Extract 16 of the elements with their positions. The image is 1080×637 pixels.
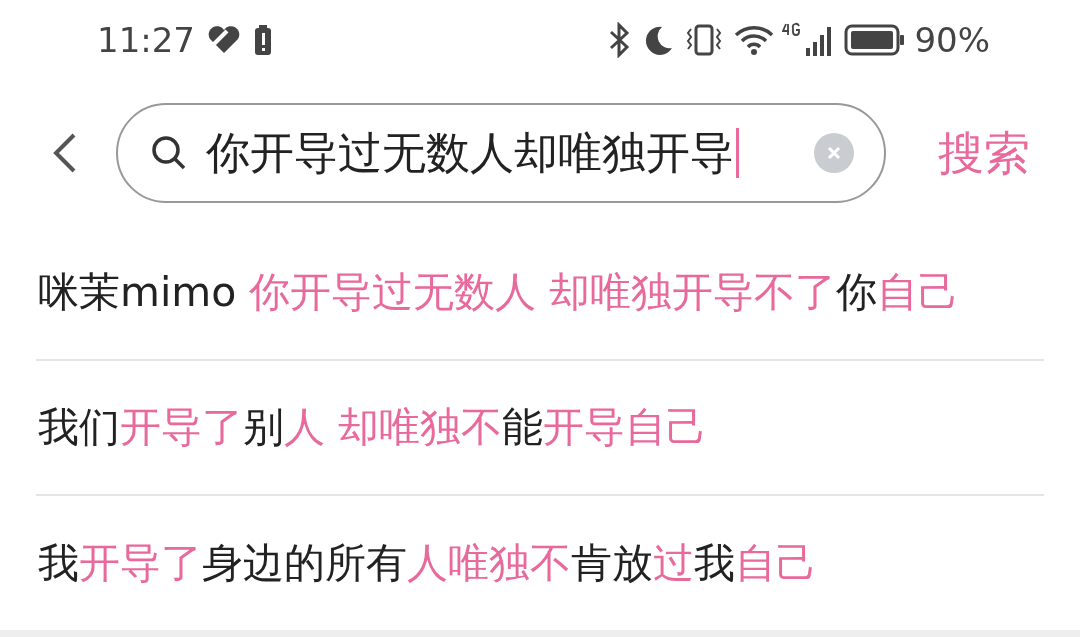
search-field[interactable]: 你开导过无数人却唯独开导: [116, 103, 886, 203]
battery-percent: 90%: [914, 18, 990, 62]
search-text: 你开导过无数人却唯独开导: [206, 126, 734, 180]
wifi-icon: [734, 24, 775, 56]
suggestion-item[interactable]: 我开导了身边的所有人唯独不肯放过我自己: [36, 532, 817, 595]
vibrate-icon: [686, 23, 723, 57]
signal-icon: [782, 22, 833, 58]
battery-icon: [844, 24, 907, 56]
search-icon: [150, 134, 188, 172]
status-time: 11:27: [97, 18, 195, 62]
suggestion-item[interactable]: 我们开导了别人 却唯独不能开导自己: [36, 396, 708, 459]
moon-icon: [644, 24, 675, 56]
suggestion-item[interactable]: 咪茉mimo 你开导过无数人 却唯独开导不了你自己: [36, 261, 960, 324]
close-icon: [826, 145, 842, 161]
battery-alert-icon: [253, 24, 273, 56]
heart-icon: [207, 25, 241, 55]
